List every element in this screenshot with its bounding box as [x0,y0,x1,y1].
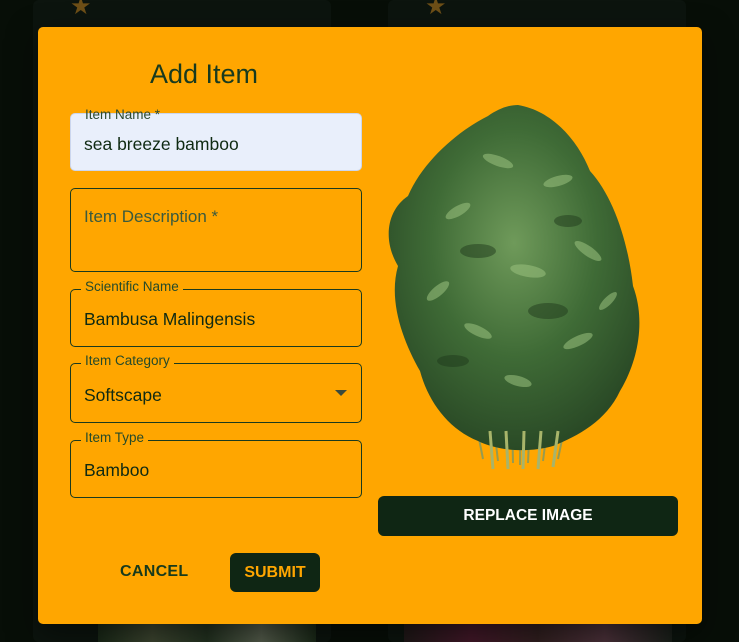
item-name-value: sea breeze bamboo [84,134,239,154]
bamboo-plant-icon [388,105,640,470]
item-description-field[interactable]: Item Description * [70,188,362,272]
scientific-name-label: Scientific Name [81,279,183,294]
item-name-field[interactable]: Item Name * sea breeze bamboo [70,107,362,171]
add-item-dialog: Add Item Item Name * sea breeze bamboo I… [38,27,702,624]
dialog-title: Add Item [150,59,259,89]
cancel-button[interactable]: CANCEL [120,563,188,581]
scientific-name-value: Bambusa Malingensis [84,309,256,329]
item-description-label: Item Description * [84,207,219,226]
replace-image-button[interactable]: REPLACE IMAGE [378,496,678,536]
item-type-value: Bamboo [84,460,150,480]
item-category-value: Softscape [84,385,162,405]
scientific-name-field[interactable]: Scientific Name Bambusa Malingensis [70,279,362,347]
bamboo-plant-image [378,101,658,471]
item-category-select[interactable]: Item Category Softscape [70,353,362,423]
item-category-label: Item Category [81,353,174,368]
chevron-down-icon[interactable] [335,390,347,396]
submit-button[interactable]: SUBMIT [230,553,320,592]
item-type-label: Item Type [81,430,149,445]
item-type-field[interactable]: Item Type Bamboo [70,430,362,498]
item-name-label: Item Name * [85,107,161,122]
